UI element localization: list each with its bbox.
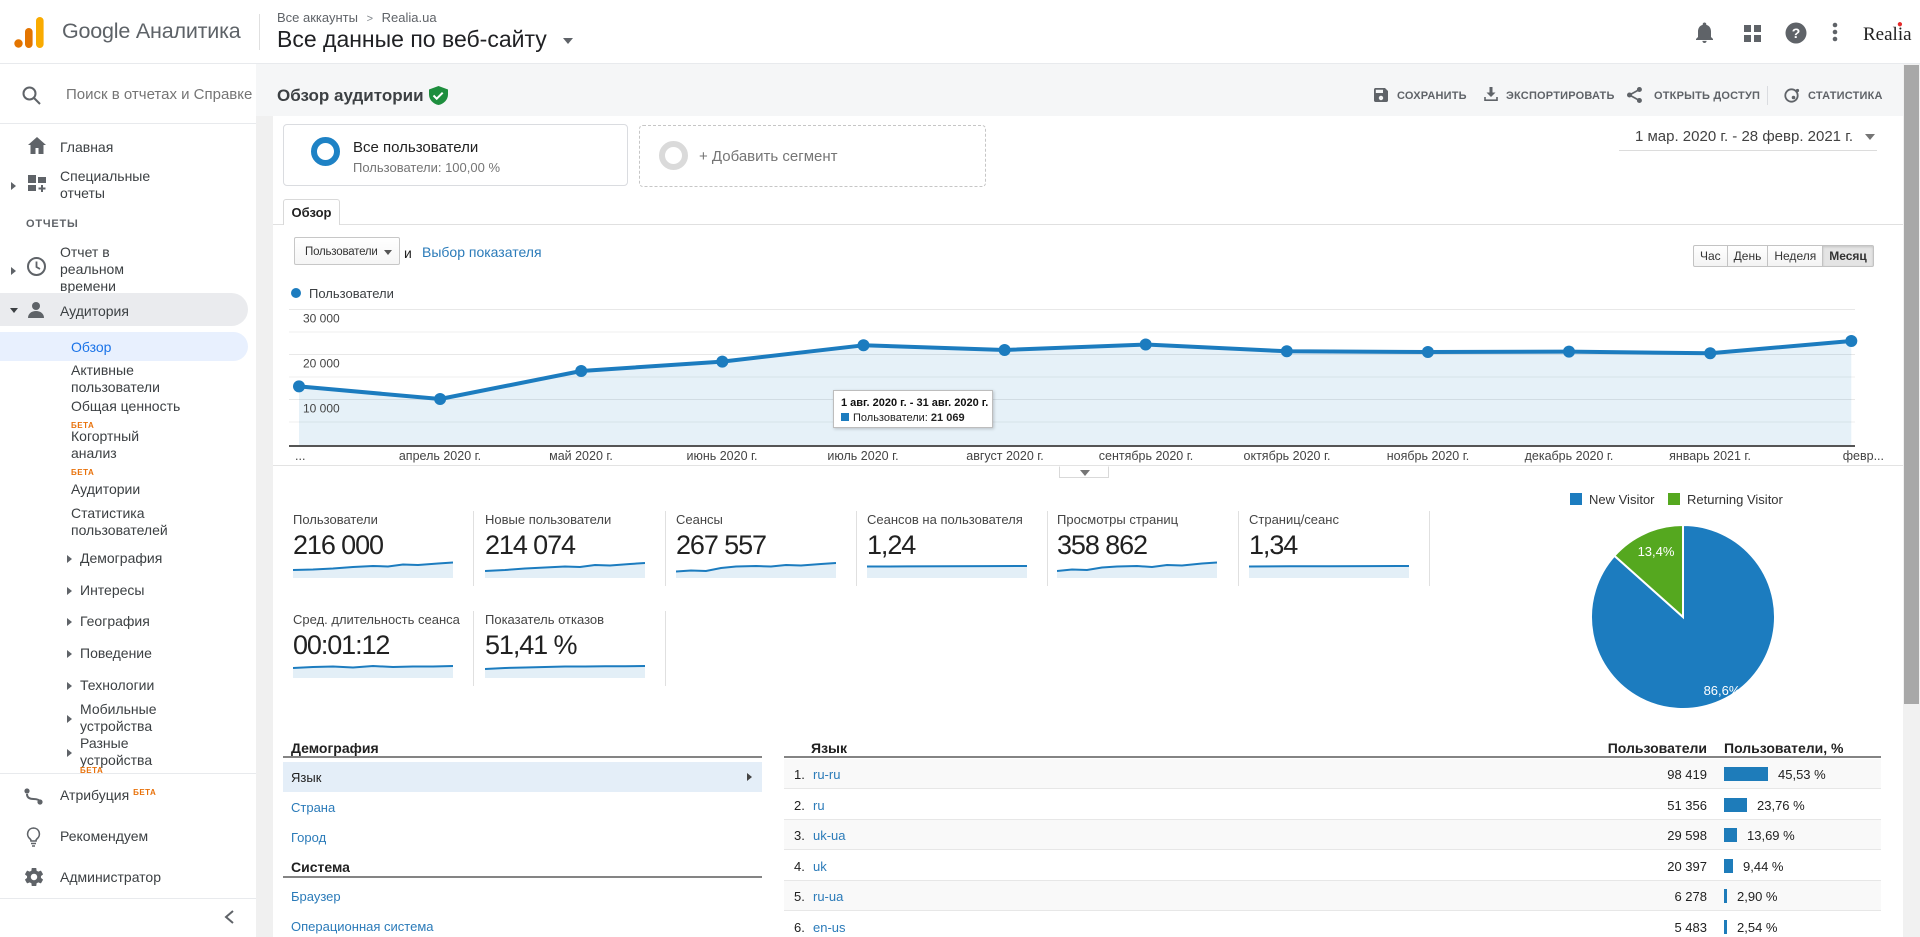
svg-text:июль 2020 г.: июль 2020 г.: [827, 449, 898, 463]
svg-text:июнь 2020 г.: июнь 2020 г.: [686, 449, 757, 463]
svg-text:август 2020 г.: август 2020 г.: [966, 449, 1044, 463]
svg-text:86,6%: 86,6%: [1704, 683, 1741, 698]
svg-text:май 2020 г.: май 2020 г.: [549, 449, 613, 463]
svg-text:30 000: 30 000: [303, 312, 340, 326]
svg-text:13,4%: 13,4%: [1638, 544, 1675, 559]
svg-text:10 000: 10 000: [303, 402, 340, 416]
svg-text:20 000: 20 000: [303, 357, 340, 371]
svg-text:декабрь 2020 г.: декабрь 2020 г.: [1525, 449, 1614, 463]
svg-text:апрель 2020 г.: апрель 2020 г.: [399, 449, 481, 463]
svg-text:февр...: февр...: [1843, 449, 1884, 463]
svg-text:сентябрь 2020 г.: сентябрь 2020 г.: [1099, 449, 1193, 463]
svg-text:...: ...: [295, 449, 305, 463]
svg-text:октябрь 2020 г.: октябрь 2020 г.: [1244, 449, 1331, 463]
svg-text:?: ?: [1792, 25, 1801, 41]
svg-text:ноябрь 2020 г.: ноябрь 2020 г.: [1387, 449, 1470, 463]
svg-text:январь 2021 г.: январь 2021 г.: [1669, 449, 1751, 463]
